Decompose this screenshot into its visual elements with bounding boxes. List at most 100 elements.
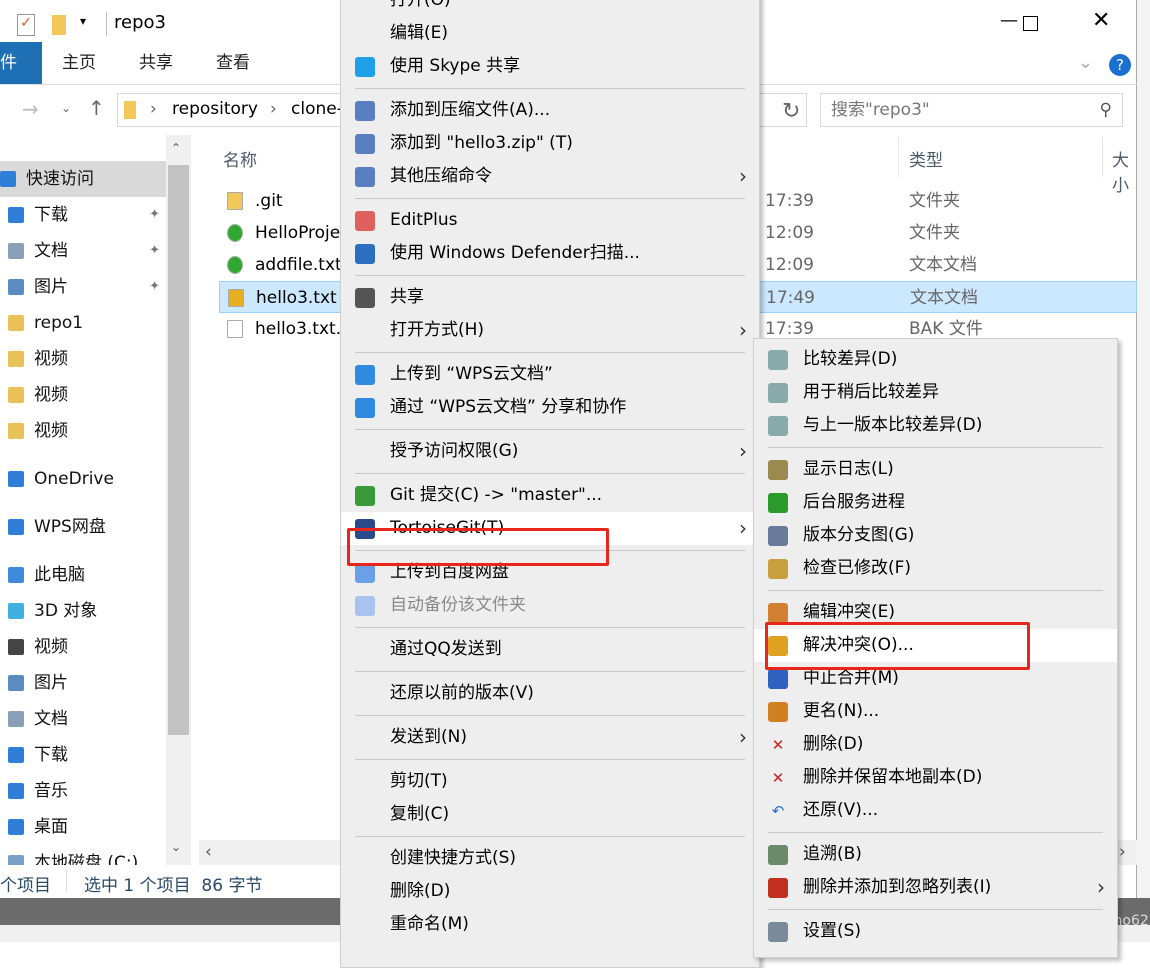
breadcrumb-clone[interactable]: clone- (291, 99, 343, 119)
nav-item[interactable]: 文档 ✦ (0, 233, 166, 269)
menu-item[interactable]: 发送到(N) › (341, 721, 759, 754)
menu-item[interactable]: 重命名(M) (341, 908, 759, 941)
maximize-button[interactable] (1023, 16, 1038, 31)
menu-item[interactable]: 创建快捷方式(S) (341, 842, 759, 875)
menu-item[interactable]: 使用 Windows Defender扫描... (341, 237, 759, 270)
menu-item[interactable]: 与上一版本比较差异(D) (754, 409, 1117, 442)
defender-icon (355, 244, 375, 264)
menu-item[interactable]: 比较差异(D) (754, 343, 1117, 376)
nav-item[interactable]: 音乐 (0, 773, 166, 809)
column-name[interactable]: 名称 (223, 146, 257, 171)
menu-separator (341, 347, 759, 358)
menu-item[interactable]: 使用 Skype 共享 (341, 50, 759, 83)
menu-item[interactable]: 更名(N)... (754, 695, 1117, 728)
menu-item[interactable]: 版本分支图(G) (754, 519, 1117, 552)
menu-item[interactable]: 打开(O) (341, 0, 759, 17)
breadcrumb-repository[interactable]: repository (172, 99, 258, 119)
nav-item[interactable]: repo1 (0, 305, 166, 341)
pin-icon[interactable]: ✦ (149, 197, 160, 233)
folder-icon[interactable] (52, 15, 66, 35)
menu-item[interactable]: 通过QQ发送到 (341, 633, 759, 666)
recent-dropdown-icon[interactable]: ⌄ (61, 101, 71, 115)
search-icon[interactable]: ⚲ (1100, 94, 1112, 126)
menu-item[interactable]: 复制(C) (341, 798, 759, 831)
nav-item[interactable]: 下载 (0, 737, 166, 773)
menu-item[interactable]: 设置(S) (754, 915, 1117, 948)
menu-item[interactable]: 上传到 “WPS云文档” (341, 358, 759, 391)
expand-ribbon-icon[interactable]: ⌄ (1078, 52, 1093, 73)
menu-item[interactable]: 打开方式(H) › (341, 314, 759, 347)
menu-item-label: 打开方式(H) (390, 320, 485, 340)
pin-icon[interactable]: ✦ (149, 233, 160, 269)
up-icon[interactable]: ↑ (88, 96, 105, 120)
tab-view[interactable]: 查看 (216, 42, 250, 84)
nav-item[interactable]: 此电脑 (0, 557, 166, 593)
menu-item[interactable]: 删除并添加到忽略列表(I) › (754, 871, 1117, 904)
status-item-count: 个项目 (0, 876, 51, 896)
menu-item-label: 复制(C) (390, 804, 450, 824)
nav-item[interactable]: 视频 (0, 629, 166, 665)
menu-item[interactable]: 追溯(B) (754, 838, 1117, 871)
nav-item[interactable]: 桌面 (0, 809, 166, 845)
refresh-icon[interactable]: ↻ (782, 99, 800, 124)
file-name[interactable]: addfile.txt (255, 249, 342, 281)
menu-item[interactable]: 用于稍后比较差异 (754, 376, 1117, 409)
pin-icon[interactable]: ✦ (149, 269, 160, 305)
menu-item[interactable]: 其他压缩命令 › (341, 160, 759, 193)
column-divider[interactable] (1102, 137, 1103, 177)
menu-item[interactable]: 检查已修改(F) (754, 552, 1117, 585)
file-name[interactable]: .git (255, 185, 283, 217)
menu-item[interactable]: EditPlus (341, 204, 759, 237)
nav-item[interactable]: 本地磁盘 (C:) (0, 845, 166, 865)
menu-item[interactable]: ✕ 删除(D) (754, 728, 1117, 761)
menu-item[interactable]: 后台服务进程 (754, 486, 1117, 519)
file-name[interactable]: HelloProje (255, 217, 340, 249)
menu-item[interactable]: 共享 (341, 281, 759, 314)
nav-item[interactable]: 下载 ✦ (0, 197, 166, 233)
menu-item[interactable]: 还原以前的版本(V) (341, 677, 759, 710)
properties-icon[interactable]: ✓ (17, 14, 35, 36)
minimize-button[interactable]: — (1000, 10, 1018, 31)
forward-icon[interactable]: → (22, 97, 39, 121)
help-icon[interactable]: ? (1109, 54, 1131, 76)
menu-item[interactable]: 添加到 "hello3.zip" (T) (341, 127, 759, 160)
search-input[interactable]: 搜索"repo3" ⚲ (820, 93, 1123, 127)
nav-item[interactable]: 快速访问 (0, 161, 166, 197)
nav-item[interactable]: 视频 (0, 413, 166, 449)
menu-item[interactable]: 添加到压缩文件(A)... (341, 94, 759, 127)
menu-item[interactable]: 编辑(E) (341, 17, 759, 50)
column-type[interactable]: 类型 (909, 146, 943, 171)
close-button[interactable]: ✕ (1092, 8, 1110, 33)
winrar-icon (355, 101, 375, 121)
menu-item[interactable]: 授予访问权限(G) › (341, 435, 759, 468)
tab-share[interactable]: 共享 (139, 42, 173, 84)
column-divider[interactable] (898, 137, 899, 177)
file-name[interactable]: hello3.txt (256, 282, 337, 314)
nav-item[interactable]: 图片 ✦ (0, 269, 166, 305)
menu-item[interactable]: 显示日志(L) (754, 453, 1117, 486)
menu-item-label: 共享 (390, 287, 424, 307)
quick-access-dropdown-icon[interactable]: ▾ (80, 14, 86, 28)
nav-scroll-thumb[interactable] (168, 165, 189, 735)
file-name[interactable]: hello3.txt. (255, 313, 341, 345)
tab-file[interactable]: 件 (0, 42, 42, 84)
nav-item[interactable]: OneDrive (0, 461, 166, 497)
tab-home[interactable]: 主页 (62, 42, 96, 84)
nav-item[interactable]: 视频 (0, 377, 166, 413)
nav-scrollbar[interactable]: ⌃ ⌄ (166, 135, 191, 865)
nav-item[interactable]: 3D 对象 (0, 593, 166, 629)
nav-item[interactable]: 视频 (0, 341, 166, 377)
menu-item-label: Git 提交(C) -> "master"... (390, 485, 603, 505)
menu-item[interactable]: 剪切(T) (341, 765, 759, 798)
menu-item[interactable]: ✕ 删除并保留本地副本(D) (754, 761, 1117, 794)
nav-item[interactable]: 文档 (0, 701, 166, 737)
menu-item[interactable]: ↶ 还原(V)... (754, 794, 1117, 827)
menu-item[interactable]: 删除(D) (341, 875, 759, 908)
nav-item[interactable]: WPS网盘 (0, 509, 166, 545)
menu-item[interactable]: 通过 “WPS云文档” 分享和协作 (341, 391, 759, 424)
menu-item-label: 中止合并(M) (803, 668, 899, 688)
menu-item-label: 比较差异(D) (803, 349, 898, 369)
nav-item[interactable]: 图片 (0, 665, 166, 701)
menu-item[interactable]: Git 提交(C) -> "master"... (341, 479, 759, 512)
delete-icon: ✕ (771, 736, 785, 754)
